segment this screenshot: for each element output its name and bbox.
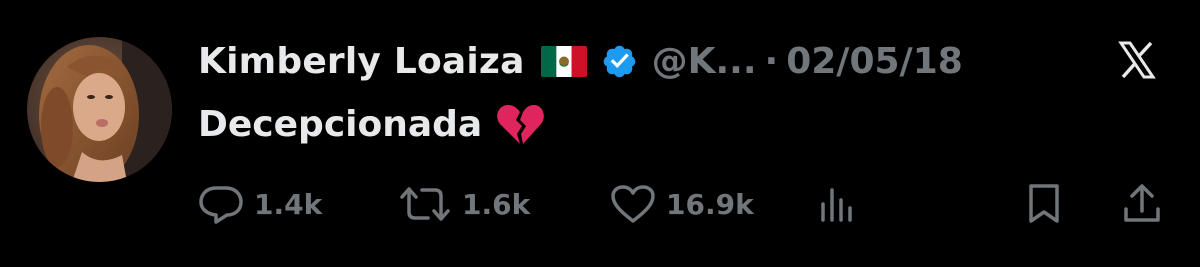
avatar[interactable] (27, 37, 172, 182)
tweet-text: Decepcionada (198, 103, 483, 145)
tweet-date[interactable]: 02/05/18 (786, 41, 963, 82)
share-button[interactable] (1122, 182, 1162, 226)
mexico-flag-icon (540, 45, 587, 77)
like-count: 16.9k (666, 187, 754, 221)
views-button[interactable] (818, 182, 858, 226)
author-handle[interactable]: @K... (652, 41, 757, 82)
reply-icon (198, 184, 244, 224)
bookmark-button[interactable] (1024, 182, 1064, 226)
analytics-icon (818, 184, 858, 224)
tweet-header: Kimberly Loaiza @K... · 02/05/18 (198, 36, 963, 86)
verified-badge-icon[interactable] (601, 43, 638, 80)
tweet-body: Decepcionada (198, 102, 545, 146)
share-icon (1122, 183, 1162, 225)
broken-heart-icon (496, 102, 545, 146)
repost-button[interactable]: 1.6k (398, 182, 530, 226)
repost-count: 1.6k (462, 187, 531, 221)
x-logo-icon[interactable] (1118, 40, 1156, 80)
repost-icon (398, 184, 452, 224)
author-name[interactable]: Kimberly Loaiza (198, 41, 525, 82)
like-button[interactable]: 16.9k (610, 182, 754, 226)
separator-dot: · (764, 40, 779, 82)
reply-count: 1.4k (254, 187, 323, 221)
bookmark-icon (1024, 183, 1064, 225)
reply-button[interactable]: 1.4k (198, 182, 322, 226)
heart-icon (610, 184, 656, 224)
